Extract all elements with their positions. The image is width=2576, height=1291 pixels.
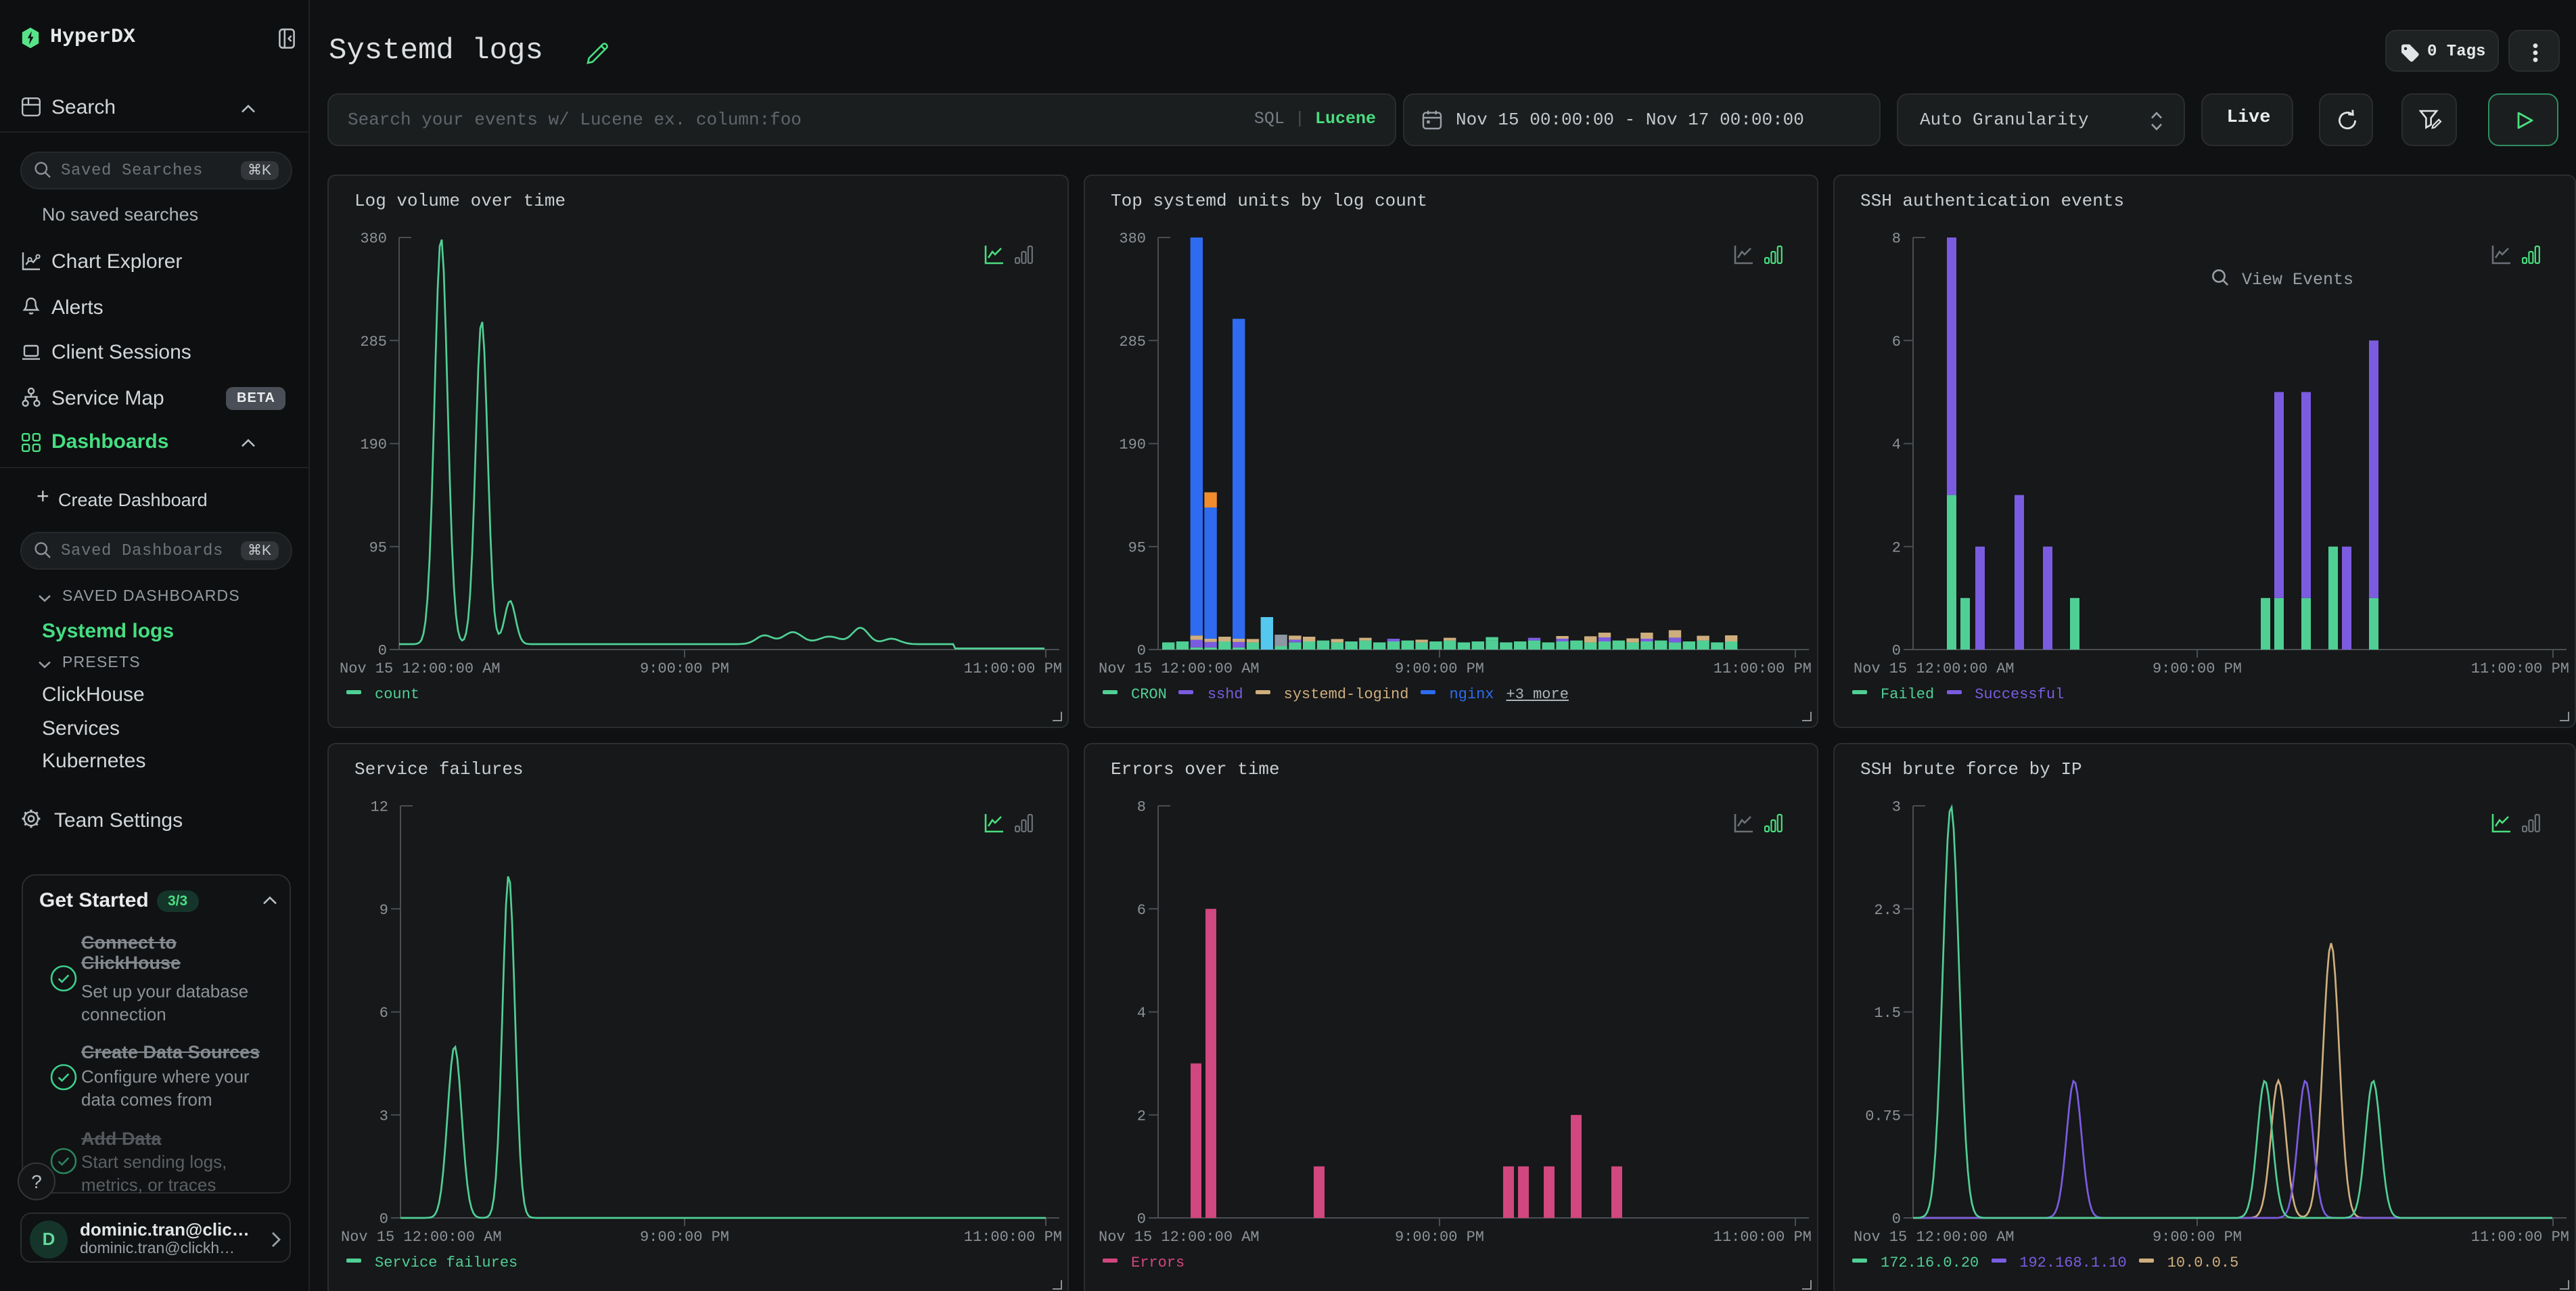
svg-text:1.5: 1.5 [1874,1005,1901,1022]
svg-text:11:00:00 PM: 11:00:00 PM [2471,1229,2569,1246]
svg-text:0: 0 [1892,1211,1901,1228]
svg-text:Nov 15 12:00:00 AM: Nov 15 12:00:00 AM [340,660,501,677]
svg-text:9:00:00 PM: 9:00:00 PM [640,660,729,677]
svg-text:11:00:00 PM: 11:00:00 PM [1714,660,1812,677]
svg-text:95: 95 [369,539,387,556]
svg-text:0: 0 [1137,1211,1146,1228]
svg-text:2.3: 2.3 [1874,902,1901,919]
svg-text:4: 4 [1137,1005,1146,1022]
svg-text:0.75: 0.75 [1865,1108,1901,1125]
svg-text:11:00:00 PM: 11:00:00 PM [1714,1229,1812,1246]
svg-text:9:00:00 PM: 9:00:00 PM [1395,1229,1484,1246]
svg-text:380: 380 [1119,231,1146,248]
svg-text:6: 6 [1137,902,1146,919]
svg-text:9:00:00 PM: 9:00:00 PM [1395,660,1484,677]
svg-text:2: 2 [1892,539,1901,556]
svg-text:12: 12 [371,799,388,816]
svg-text:3: 3 [1892,799,1901,816]
svg-text:2: 2 [1137,1108,1146,1125]
svg-text:Nov 15 12:00:00 AM: Nov 15 12:00:00 AM [1854,660,2015,677]
svg-text:6: 6 [1892,334,1901,350]
svg-text:Nov 15 12:00:00 AM: Nov 15 12:00:00 AM [341,1229,502,1246]
svg-text:9:00:00 PM: 9:00:00 PM [640,1229,729,1246]
svg-text:0: 0 [378,643,387,660]
svg-text:Nov 15 12:00:00 AM: Nov 15 12:00:00 AM [1854,1229,2015,1246]
svg-text:Nov 15 12:00:00 AM: Nov 15 12:00:00 AM [1099,660,1260,677]
svg-text:285: 285 [1119,334,1146,350]
svg-text:8: 8 [1892,231,1901,248]
svg-text:4: 4 [1892,436,1901,453]
svg-text:11:00:00 PM: 11:00:00 PM [964,660,1062,677]
svg-text:285: 285 [360,334,387,350]
svg-text:8: 8 [1137,799,1146,816]
svg-text:380: 380 [360,231,387,248]
svg-text:6: 6 [380,1005,388,1022]
svg-text:0: 0 [1137,643,1146,660]
svg-text:11:00:00 PM: 11:00:00 PM [2471,660,2569,677]
svg-text:0: 0 [1892,643,1901,660]
svg-text:3: 3 [380,1108,388,1125]
svg-text:0: 0 [380,1211,388,1228]
svg-text:95: 95 [1128,539,1146,556]
svg-text:Nov 15 12:00:00 AM: Nov 15 12:00:00 AM [1099,1229,1260,1246]
svg-text:11:00:00 PM: 11:00:00 PM [964,1229,1062,1246]
svg-text:190: 190 [1119,436,1146,453]
svg-text:9:00:00 PM: 9:00:00 PM [2153,1229,2242,1246]
svg-text:9:00:00 PM: 9:00:00 PM [2153,660,2242,677]
svg-text:190: 190 [360,436,387,453]
svg-text:9: 9 [380,902,388,919]
